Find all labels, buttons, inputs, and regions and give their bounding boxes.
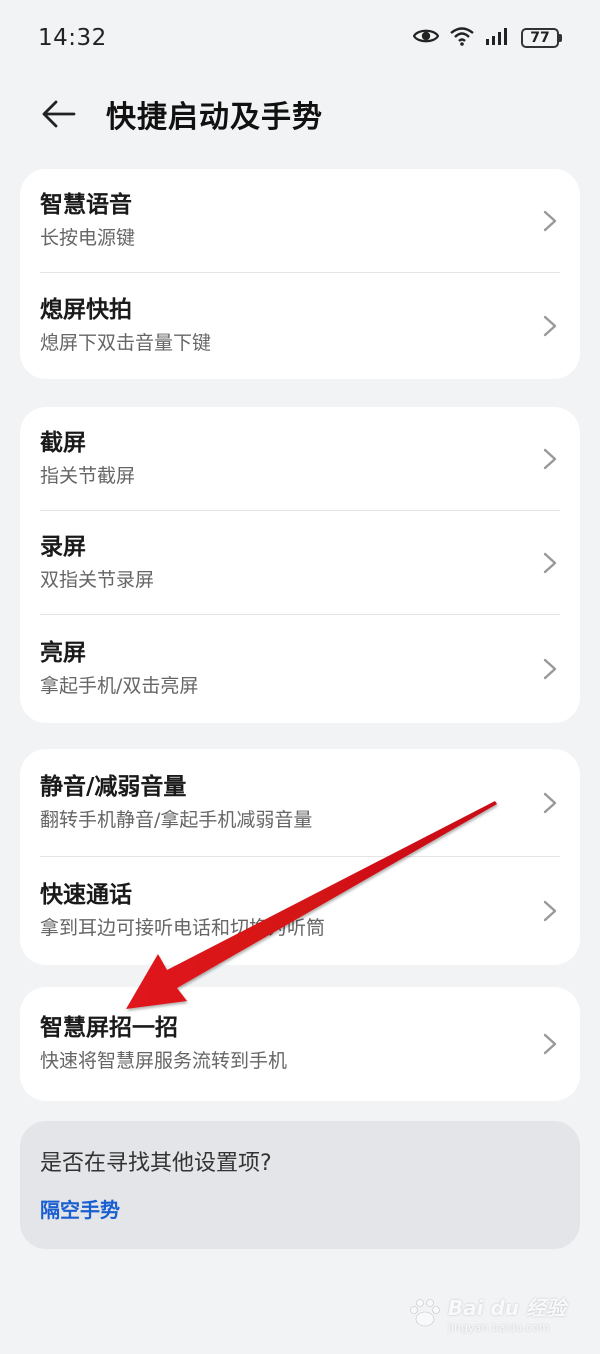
item-title: 熄屏快拍 (40, 297, 132, 323)
item-subtitle: 长按电源键 (40, 226, 136, 249)
list-item-screen-record[interactable]: 录屏 双指关节录屏 (20, 511, 580, 614)
item-subtitle: 双指关节录屏 (40, 568, 155, 591)
chevron-right-icon (543, 315, 557, 337)
item-title: 静音/减弱音量 (40, 773, 187, 800)
suggestion-box: 是否在寻找其他设置项? 隔空手势 (20, 1121, 580, 1249)
list-item-wake-screen[interactable]: 亮屏 拿起手机/双击亮屏 (20, 615, 580, 723)
status-icons: 77 (412, 26, 562, 50)
list-item-screen-off-snapshot[interactable]: 熄屏快拍 熄屏下双击音量下键 (20, 273, 580, 379)
signal-icon (485, 27, 511, 49)
suggestion-question: 是否在寻找其他设置项? (40, 1151, 272, 1176)
item-subtitle: 熄屏下双击音量下键 (40, 332, 212, 354)
item-subtitle: 快速将智慧屏服务流转到手机 (40, 1050, 288, 1072)
chevron-right-icon (543, 900, 557, 922)
list-item-mute-reduce-volume[interactable]: 静音/减弱音量 翻转手机静音/拿起手机减弱音量 (20, 749, 580, 856)
list-item-quick-call[interactable]: 快速通话 拿到耳边可接听电话和切换为听筒 (20, 857, 580, 965)
item-title: 录屏 (40, 533, 86, 560)
suggestion-link-air-gesture[interactable]: 隔空手势 (40, 1195, 560, 1225)
item-title: 截屏 (40, 429, 86, 456)
watermark-url: jingyan.baidu.com (447, 1321, 550, 1334)
status-time: 14:32 (38, 25, 107, 51)
list-item-screenshot[interactable]: 截屏 指关节截屏 (20, 407, 580, 510)
item-title: 智慧语音 (40, 191, 132, 218)
chevron-right-icon (543, 210, 557, 231)
settings-card-voice: 智慧语音 长按电源键 熄屏快拍 熄屏下双击音量下键 (20, 169, 580, 379)
wifi-icon (449, 26, 475, 50)
baidu-watermark: Bai du 经验 jingyan.baidu.com (408, 1292, 566, 1334)
settings-card-screen: 截屏 指关节截屏 录屏 双指关节录屏 亮屏 拿起手机/双击亮屏 (20, 407, 580, 723)
list-item-smart-voice[interactable]: 智慧语音 长按电源键 (20, 169, 580, 272)
status-bar: 14:32 77 (0, 0, 600, 76)
watermark-brand: Bai du 经验 (447, 1296, 566, 1320)
item-title: 亮屏 (40, 640, 86, 666)
eye-icon (412, 27, 440, 49)
battery-level: 77 (521, 28, 559, 48)
item-subtitle: 指关节截屏 (40, 464, 136, 487)
chevron-right-icon (543, 658, 557, 680)
chevron-right-icon (543, 448, 557, 469)
app-header: 快捷启动及手势 (0, 76, 600, 152)
paw-icon (410, 1299, 440, 1327)
settings-card-smart-screen: 智慧屏招一招 快速将智慧屏服务流转到手机 (20, 987, 580, 1101)
item-title: 快速通话 (40, 882, 132, 908)
settings-card-calls: 静音/减弱音量 翻转手机静音/拿起手机减弱音量 快速通话 拿到耳边可接听电话和切… (20, 749, 580, 965)
list-item-smart-screen-beckon[interactable]: 智慧屏招一招 快速将智慧屏服务流转到手机 (20, 987, 580, 1101)
chevron-right-icon (543, 552, 557, 573)
page-title: 快捷启动及手势 (106, 100, 323, 135)
item-title: 智慧屏招一招 (40, 1015, 178, 1041)
battery-icon: 77 (521, 28, 562, 48)
item-subtitle: 拿到耳边可接听电话和切换为听筒 (40, 917, 326, 939)
chevron-right-icon (543, 1033, 557, 1055)
chevron-right-icon (543, 792, 557, 813)
back-arrow-icon[interactable] (36, 96, 80, 132)
item-subtitle: 拿起手机/双击亮屏 (40, 675, 199, 697)
item-subtitle: 翻转手机静音/拿起手机减弱音量 (40, 808, 313, 831)
